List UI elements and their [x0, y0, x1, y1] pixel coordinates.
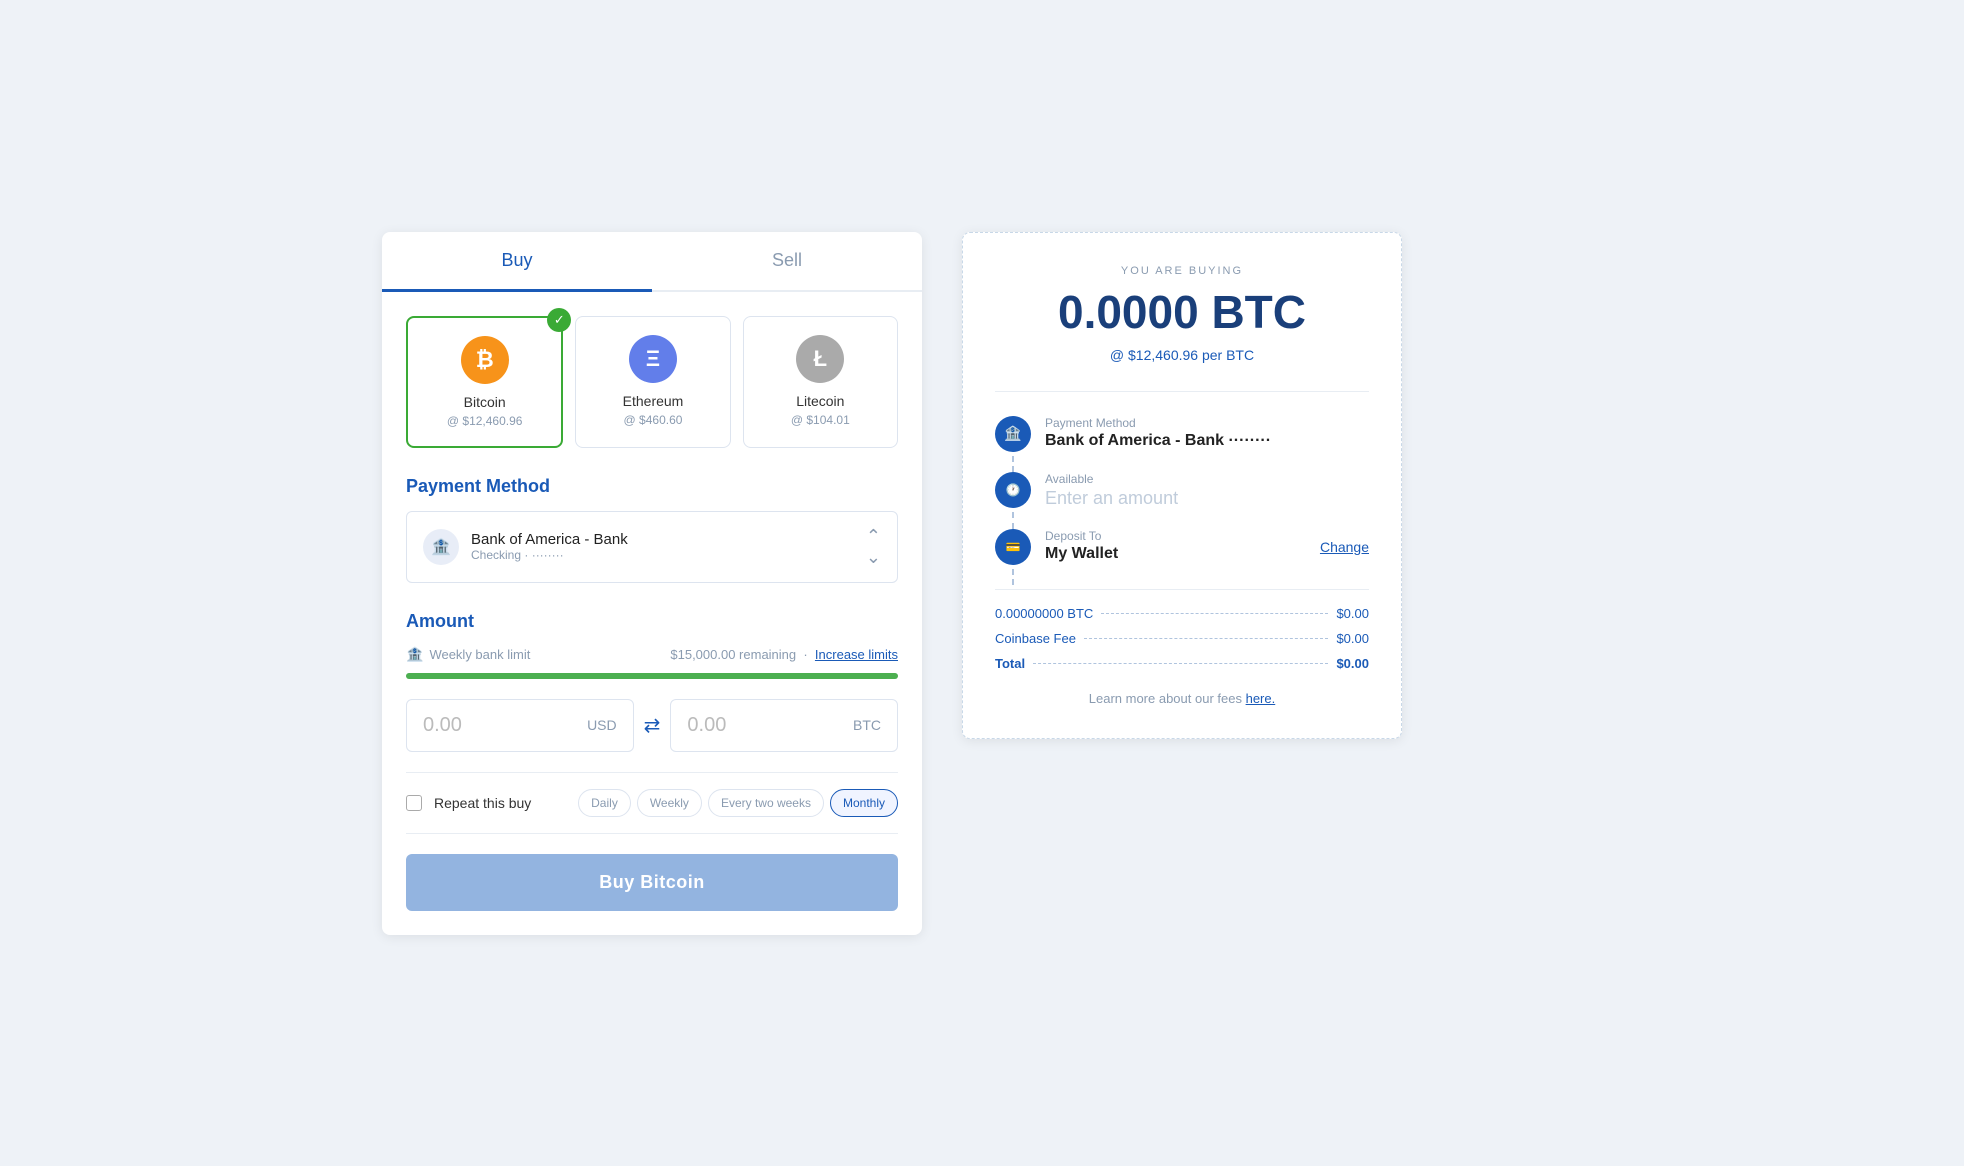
ltc-name: Litecoin	[756, 393, 885, 409]
fee-dots-coinbase	[1084, 638, 1329, 639]
repeat-checkbox[interactable]	[406, 795, 422, 811]
repeat-row: Repeat this buy Daily Weekly Every two w…	[406, 772, 898, 834]
fees-section: 0.00000000 BTC $0.00 Coinbase Fee $0.00 …	[995, 589, 1369, 671]
payment-section-title: Payment Method	[406, 476, 898, 497]
amount-inputs: 0.00 USD ⇄ 0.00 BTC	[406, 699, 898, 752]
bank-sub: Checking · ········	[471, 548, 854, 562]
crypto-card-eth[interactable]: Ξ Ethereum @ $460.60	[575, 316, 730, 448]
eth-icon: Ξ	[629, 335, 677, 383]
crypto-card-btc[interactable]: ✓ ₿ Bitcoin @ $12,460.96	[406, 316, 563, 448]
fee-row-coinbase: Coinbase Fee $0.00	[995, 631, 1369, 646]
change-link[interactable]: Change	[1320, 539, 1369, 555]
ltc-price: @ $104.01	[756, 413, 885, 427]
summary-payment-info: Payment Method Bank of America - Bank ··…	[1045, 416, 1369, 450]
repeat-label: Repeat this buy	[434, 795, 531, 811]
ltc-icon: Ł	[796, 335, 844, 383]
fee-dots-btc	[1101, 613, 1328, 614]
bank-info: Bank of America - Bank Checking · ······…	[471, 531, 854, 562]
summary-payment-value: Bank of America - Bank ········	[1045, 432, 1369, 450]
learn-more-link[interactable]: here.	[1246, 691, 1276, 706]
summary-deposit-value: My Wallet	[1045, 545, 1306, 563]
repeat-btn-weekly[interactable]: Weekly	[637, 789, 702, 817]
chevron-icon: ⌃⌄	[866, 526, 881, 568]
you-are-buying-label: YOU ARE BUYING	[995, 265, 1369, 277]
summary-payment-label: Payment Method	[1045, 416, 1369, 430]
limit-remaining: $15,000.00 remaining	[670, 647, 796, 662]
fee-amount-total: $0.00	[1336, 656, 1369, 671]
repeat-btn-biweekly[interactable]: Every two weeks	[708, 789, 824, 817]
summary-deposit-label: Deposit To	[1045, 529, 1306, 543]
summary-available-placeholder: Enter an amount	[1045, 488, 1369, 509]
btc-name: Bitcoin	[420, 394, 549, 410]
bank-limit-icon: 🏦	[406, 646, 423, 663]
summary-payment-row: 🏦 Payment Method Bank of America - Bank …	[995, 416, 1369, 452]
tab-buy[interactable]: Buy	[382, 232, 652, 292]
fee-label-btc: 0.00000000 BTC	[995, 606, 1093, 621]
repeat-btn-monthly[interactable]: Monthly	[830, 789, 898, 817]
buy-button[interactable]: Buy Bitcoin	[406, 854, 898, 911]
progress-fill	[406, 673, 898, 679]
increase-limits-link[interactable]: Increase limits	[815, 647, 898, 662]
bank-icon: 🏦	[423, 529, 459, 565]
summary-btc-rate: @ $12,460.96 per BTC	[995, 347, 1369, 363]
btc-price: @ $12,460.96	[420, 414, 549, 428]
summary-btc-amount: 0.0000 BTC	[995, 285, 1369, 339]
usd-currency: USD	[587, 717, 617, 733]
btc-value: 0.00	[687, 714, 726, 737]
usd-amount-box[interactable]: 0.00 USD	[406, 699, 634, 752]
page-container: Buy Sell ✓ ₿ Bitcoin @ $12,460.96 Ξ Ethe…	[382, 232, 1582, 935]
fee-label-total: Total	[995, 656, 1025, 671]
usd-value: 0.00	[423, 714, 462, 737]
progress-bar	[406, 673, 898, 679]
btc-currency: BTC	[853, 717, 881, 733]
bank-name: Bank of America - Bank	[471, 531, 854, 548]
fee-amount-btc: $0.00	[1336, 606, 1369, 621]
repeat-btn-daily[interactable]: Daily	[578, 789, 631, 817]
learn-more: Learn more about our fees here.	[995, 691, 1369, 706]
summary-available-info: Available Enter an amount	[1045, 472, 1369, 509]
fee-dots-total	[1033, 663, 1328, 664]
eth-name: Ethereum	[588, 393, 717, 409]
panel-body: ✓ ₿ Bitcoin @ $12,460.96 Ξ Ethereum @ $4…	[382, 292, 922, 935]
summary-divider	[995, 391, 1369, 392]
eth-price: @ $460.60	[588, 413, 717, 427]
selected-check: ✓	[547, 308, 571, 332]
fee-label-coinbase: Coinbase Fee	[995, 631, 1076, 646]
summary-available-label: Available	[1045, 472, 1369, 486]
btc-icon: ₿	[461, 336, 509, 384]
summary-deposit-info: Deposit To My Wallet	[1045, 529, 1306, 563]
summary-wallet-icon: 💳	[995, 529, 1031, 565]
amount-section-title: Amount	[406, 611, 898, 632]
tab-sell[interactable]: Sell	[652, 232, 922, 292]
summary-available-row: 🕐 Available Enter an amount	[995, 472, 1369, 509]
left-panel: Buy Sell ✓ ₿ Bitcoin @ $12,460.96 Ξ Ethe…	[382, 232, 922, 935]
limit-bar-row: 🏦 Weekly bank limit $15,000.00 remaining…	[406, 646, 898, 663]
amount-section: Amount 🏦 Weekly bank limit $15,000.00 re…	[406, 611, 898, 752]
crypto-grid: ✓ ₿ Bitcoin @ $12,460.96 Ξ Ethereum @ $4…	[406, 316, 898, 448]
payment-method-selector[interactable]: 🏦 Bank of America - Bank Checking · ····…	[406, 511, 898, 583]
summary-bank-icon: 🏦	[995, 416, 1031, 452]
limit-label: 🏦 Weekly bank limit	[406, 646, 530, 663]
summary-deposit-row: 💳 Deposit To My Wallet Change	[995, 529, 1369, 565]
crypto-card-ltc[interactable]: Ł Litecoin @ $104.01	[743, 316, 898, 448]
summary-clock-icon: 🕐	[995, 472, 1031, 508]
fee-row-btc: 0.00000000 BTC $0.00	[995, 606, 1369, 621]
limit-remaining-row: $15,000.00 remaining · Increase limits	[670, 647, 898, 662]
right-panel: YOU ARE BUYING 0.0000 BTC @ $12,460.96 p…	[962, 232, 1402, 739]
repeat-options: Daily Weekly Every two weeks Monthly	[578, 789, 898, 817]
fee-row-total: Total $0.00	[995, 656, 1369, 671]
btc-amount-box[interactable]: 0.00 BTC	[670, 699, 898, 752]
fee-amount-coinbase: $0.00	[1336, 631, 1369, 646]
tabs: Buy Sell	[382, 232, 922, 292]
swap-icon[interactable]: ⇄	[644, 713, 661, 738]
